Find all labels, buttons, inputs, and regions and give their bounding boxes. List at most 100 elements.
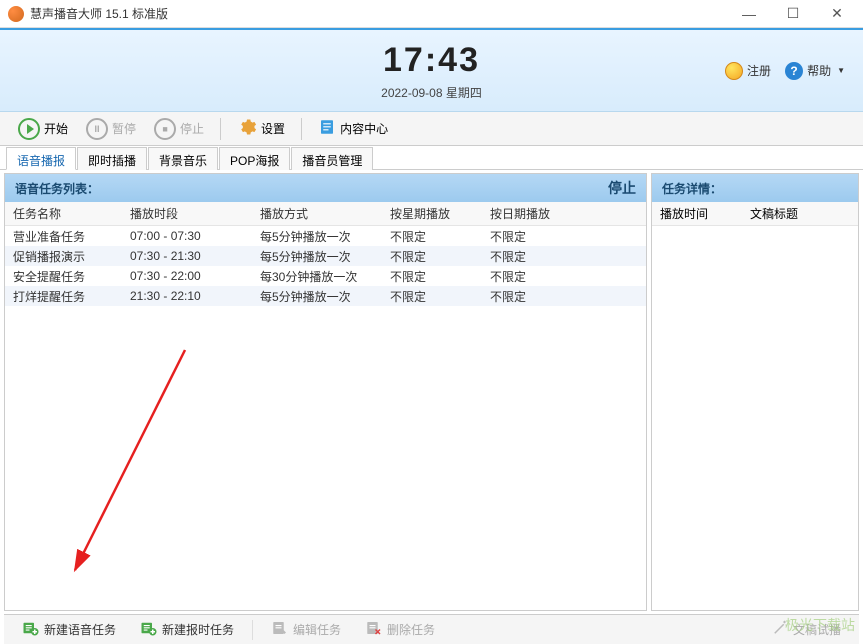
settings-button[interactable]: 设置 <box>229 114 293 143</box>
app-icon <box>8 6 24 22</box>
task-list-title: 语音任务列表： <box>15 180 99 197</box>
cell-name: 打烊提醒任务 <box>5 288 130 305</box>
window-controls: — ☐ ✕ <box>727 1 859 27</box>
tab-pop-poster[interactable]: POP海报 <box>219 147 290 170</box>
tab-instant-insert[interactable]: 即时插播 <box>77 147 147 170</box>
cell-week: 不限定 <box>390 248 490 265</box>
delete-task-button[interactable]: 删除任务 <box>355 616 445 643</box>
toolbar-divider <box>220 118 221 140</box>
cell-name: 营业准备任务 <box>5 228 130 245</box>
col-header-week[interactable]: 按星期播放 <box>390 205 490 222</box>
task-table-body: 营业准备任务07:00 - 07:30每5分钟播放一次不限定不限定促销播报演示0… <box>5 226 646 610</box>
col-header-doc-title[interactable]: 文稿标题 <box>750 205 830 222</box>
stop-label: 停止 <box>180 120 204 137</box>
detail-table-body <box>652 226 858 610</box>
clock-date: 2022-09-08 星期四 <box>381 84 482 101</box>
side-panel: 任务详情： 播放时间 文稿标题 <box>651 173 859 611</box>
cell-method: 每5分钟播放一次 <box>260 228 390 245</box>
cell-name: 促销播报演示 <box>5 248 130 265</box>
help-label: 帮助 <box>807 62 831 79</box>
trial-label: 文稿试播 <box>793 621 841 638</box>
smiley-icon <box>725 62 743 80</box>
edit-label: 编辑任务 <box>293 621 341 638</box>
table-row[interactable]: 促销播报演示07:30 - 21:30每5分钟播放一次不限定不限定 <box>5 246 646 266</box>
start-button[interactable]: 开始 <box>10 115 76 143</box>
maximize-button[interactable]: ☐ <box>771 1 815 27</box>
stop-icon: ■ <box>154 118 176 140</box>
edit-task-button[interactable]: 编辑任务 <box>261 616 351 643</box>
content-center-button[interactable]: 内容中心 <box>310 115 396 142</box>
table-row[interactable]: 打烊提醒任务21:30 - 22:10每5分钟播放一次不限定不限定 <box>5 286 646 306</box>
main-panel-header: 语音任务列表： 停止 <box>5 174 646 202</box>
delete-icon <box>365 619 383 640</box>
cell-week: 不限定 <box>390 288 490 305</box>
register-button[interactable]: 注册 <box>725 62 771 80</box>
trial-play-button[interactable]: 文稿试播 <box>761 616 851 643</box>
cell-time: 21:30 - 22:10 <box>130 289 260 303</box>
top-right-actions: 注册 ? 帮助 ▼ <box>725 62 845 80</box>
main-toolbar: 开始 II 暂停 ■ 停止 设置 内容中心 <box>0 112 863 146</box>
pause-label: 暂停 <box>112 120 136 137</box>
tab-label: 背景音乐 <box>159 154 207 168</box>
table-row[interactable]: 营业准备任务07:00 - 07:30每5分钟播放一次不限定不限定 <box>5 226 646 246</box>
start-label: 开始 <box>44 120 68 137</box>
task-table-head: 任务名称 播放时段 播放方式 按星期播放 按日期播放 <box>5 202 646 226</box>
new-task-icon <box>22 619 40 640</box>
pause-icon: II <box>86 118 108 140</box>
cell-time: 07:30 - 22:00 <box>130 269 260 283</box>
new-voice-label: 新建语音任务 <box>44 621 116 638</box>
tab-bg-music[interactable]: 背景音乐 <box>148 147 218 170</box>
cell-time: 07:30 - 21:30 <box>130 249 260 263</box>
register-label: 注册 <box>747 62 771 79</box>
cell-day: 不限定 <box>490 228 590 245</box>
status-label: 停止 <box>608 178 636 198</box>
settings-label: 设置 <box>261 120 285 137</box>
close-button[interactable]: ✕ <box>815 1 859 27</box>
cell-day: 不限定 <box>490 288 590 305</box>
cell-week: 不限定 <box>390 268 490 285</box>
cell-name: 安全提醒任务 <box>5 268 130 285</box>
stop-button[interactable]: ■ 停止 <box>146 115 212 143</box>
main-panel: 语音任务列表： 停止 任务名称 播放时段 播放方式 按星期播放 按日期播放 营业… <box>4 173 647 611</box>
document-icon <box>318 118 336 139</box>
bottom-toolbar: 新建语音任务 新建报时任务 编辑任务 删除任务 文稿试播 <box>4 614 859 644</box>
tab-label: POP海报 <box>230 154 279 168</box>
detail-title: 任务详情： <box>662 180 722 197</box>
tab-announcer-mgmt[interactable]: 播音员管理 <box>291 147 373 170</box>
cell-method: 每5分钟播放一次 <box>260 248 390 265</box>
new-time-label: 新建报时任务 <box>162 621 234 638</box>
chevron-down-icon: ▼ <box>837 66 845 75</box>
minimize-button[interactable]: — <box>727 1 771 27</box>
edit-icon <box>271 619 289 640</box>
cell-time: 07:00 - 07:30 <box>130 229 260 243</box>
play-icon <box>18 118 40 140</box>
tab-label: 语音播报 <box>17 154 65 168</box>
cell-day: 不限定 <box>490 268 590 285</box>
content-center-label: 内容中心 <box>340 120 388 137</box>
toolbar-divider-2 <box>301 118 302 140</box>
pause-button[interactable]: II 暂停 <box>78 115 144 143</box>
tabs-bar: 语音播报 即时插播 背景音乐 POP海报 播音员管理 <box>0 146 863 170</box>
col-header-day[interactable]: 按日期播放 <box>490 205 590 222</box>
col-header-play-time[interactable]: 播放时间 <box>652 205 750 222</box>
detail-table-head: 播放时间 文稿标题 <box>652 202 858 226</box>
new-voice-task-button[interactable]: 新建语音任务 <box>12 616 126 643</box>
cell-week: 不限定 <box>390 228 490 245</box>
col-header-time[interactable]: 播放时段 <box>130 205 260 222</box>
tab-label: 即时插播 <box>88 154 136 168</box>
help-button[interactable]: ? 帮助 ▼ <box>785 62 845 80</box>
col-header-method[interactable]: 播放方式 <box>260 205 390 222</box>
delete-label: 删除任务 <box>387 621 435 638</box>
gear-icon <box>237 117 257 140</box>
side-panel-header: 任务详情： <box>652 174 858 202</box>
wand-icon <box>771 619 789 640</box>
clock-time: 17:43 <box>383 41 480 80</box>
tab-voice-broadcast[interactable]: 语音播报 <box>6 147 76 170</box>
cell-method: 每5分钟播放一次 <box>260 288 390 305</box>
table-row[interactable]: 安全提醒任务07:30 - 22:00每30分钟播放一次不限定不限定 <box>5 266 646 286</box>
col-header-name[interactable]: 任务名称 <box>5 205 130 222</box>
tab-label: 播音员管理 <box>302 154 362 168</box>
new-time-icon <box>140 619 158 640</box>
cell-method: 每30分钟播放一次 <box>260 268 390 285</box>
new-time-task-button[interactable]: 新建报时任务 <box>130 616 244 643</box>
